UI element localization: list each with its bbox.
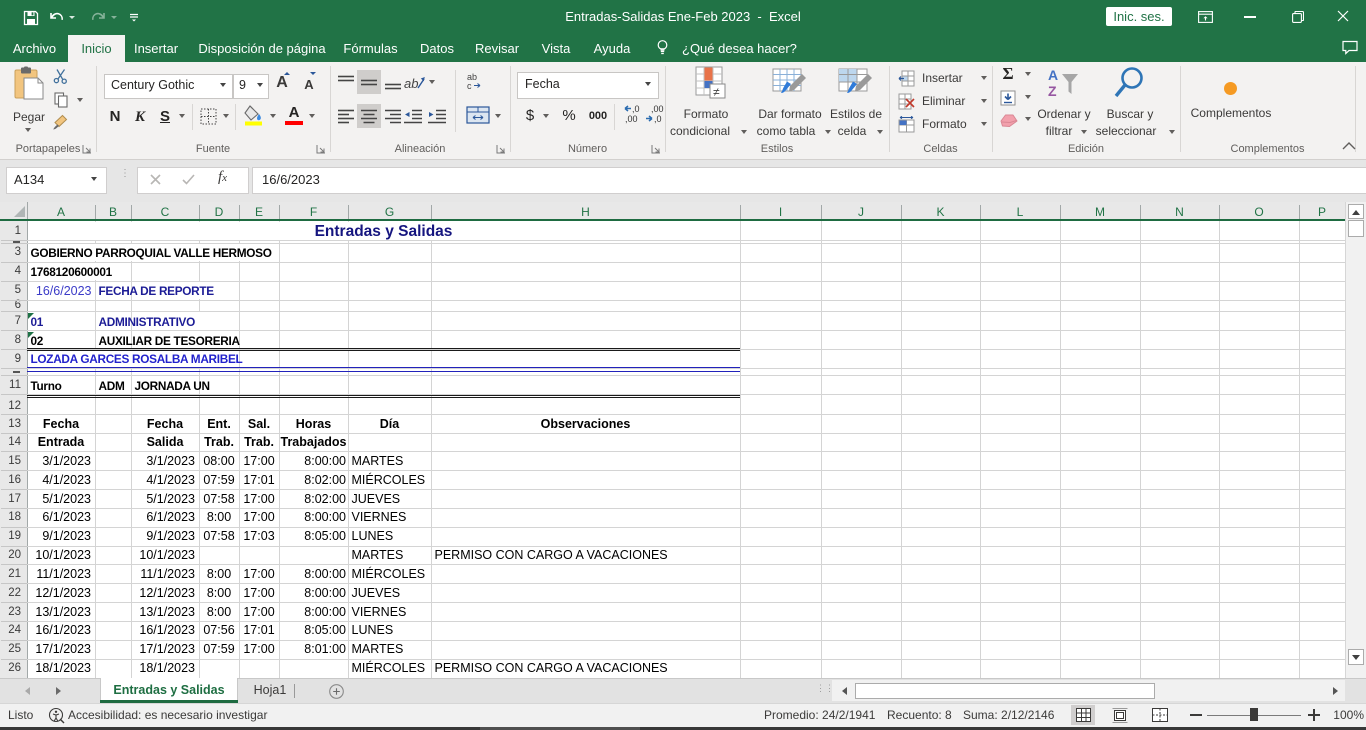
svg-text:ab: ab (404, 76, 418, 91)
svg-text:,0: ,0 (654, 114, 662, 124)
svg-text:,0: ,0 (632, 104, 640, 114)
svg-text:c: c (467, 81, 472, 90)
svg-text:A: A (1048, 67, 1058, 83)
svg-text:,00: ,00 (651, 104, 664, 114)
svg-text:Z: Z (1048, 83, 1057, 99)
svg-text:,00: ,00 (625, 114, 638, 124)
svg-text:≠: ≠ (713, 85, 720, 99)
